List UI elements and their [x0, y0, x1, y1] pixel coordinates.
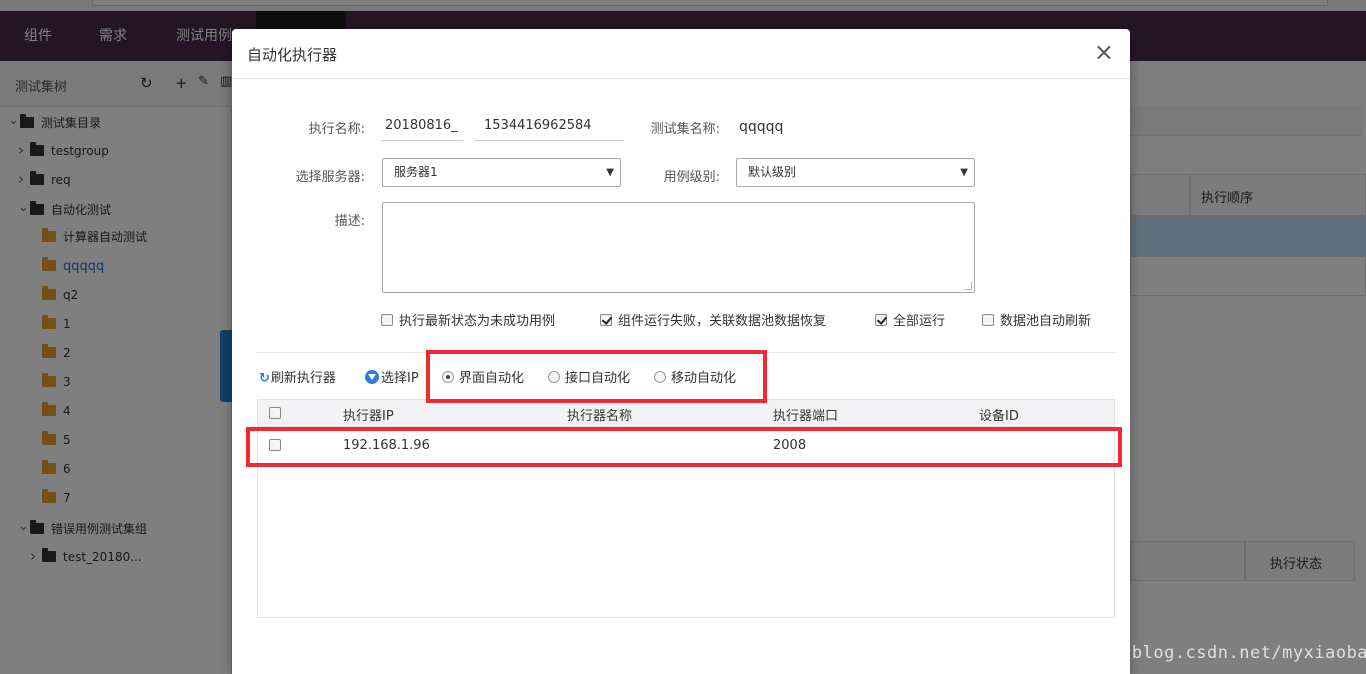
table-row[interactable]: 192.168.1.96 2008 [258, 427, 1114, 465]
checkbox[interactable] [600, 314, 612, 326]
executor-table: 执行器IP 执行器名称 执行器端口 设备ID 192.168.1.96 2008 [257, 399, 1115, 618]
option-label: 全部运行 [893, 314, 946, 329]
radio-label: 接口自动化 [565, 371, 631, 386]
suite-name-label: 测试集名称: [650, 122, 720, 137]
suite-name-value: qqqqq [739, 119, 784, 135]
cell-port: 2008 [773, 438, 807, 453]
server-select-value: 服务器1 [394, 165, 438, 179]
col-executor-port: 执行器端口 [773, 409, 839, 424]
option-label: 组件运行失败，关联数据池数据恢复 [618, 314, 827, 329]
cell-ip: 192.168.1.96 [343, 438, 430, 453]
case-level-label: 用例级别: [663, 170, 720, 185]
refresh-icon: ↻ [259, 371, 270, 386]
exec-name-input[interactable] [474, 110, 624, 141]
case-level-select[interactable]: 默认级别 ▼ [736, 158, 975, 187]
select-ip-button[interactable]: 选择IP [365, 370, 419, 388]
radio-label: 移动自动化 [671, 371, 737, 386]
radio-ui-automation[interactable]: 界面自动化 [442, 370, 524, 388]
radio-mobile-automation[interactable]: 移动自动化 [654, 370, 736, 388]
watermark: https://blog.csdn.net/myxiaobai [1046, 643, 1366, 663]
checkbox[interactable] [982, 314, 994, 326]
table-header: 执行器IP 执行器名称 执行器端口 设备ID [258, 400, 1114, 427]
refresh-executor-label: 刷新执行器 [270, 371, 336, 386]
filter-icon [365, 370, 379, 384]
modal-title: 自动化执行器 [247, 46, 338, 64]
case-level-select-value: 默认级别 [748, 165, 797, 179]
col-executor-ip: 执行器IP [343, 409, 394, 424]
option-run-all[interactable]: 全部运行 [875, 313, 945, 331]
select-ip-label: 选择IP [381, 371, 419, 386]
radio-api-automation[interactable]: 接口自动化 [548, 370, 630, 388]
radio-button[interactable] [442, 371, 454, 383]
automation-executor-dialog: 自动化执行器 × 执行名称: 测试集名称: qqqqq 选择服务器: 服务器1 … [232, 29, 1130, 674]
caret-down-icon: ▼ [960, 167, 968, 178]
checkbox[interactable] [875, 314, 887, 326]
checkbox[interactable] [381, 314, 393, 326]
radio-button[interactable] [548, 371, 560, 383]
modal-header: 自动化执行器 × [232, 29, 1130, 79]
refresh-executor-button[interactable]: ↻刷新执行器 [259, 370, 336, 388]
exec-name-prefix-input[interactable] [381, 110, 463, 141]
option-label: 执行最新状态为未成功用例 [399, 314, 556, 329]
col-executor-name: 执行器名称 [567, 409, 633, 424]
select-all-checkbox[interactable] [269, 407, 281, 419]
close-icon[interactable]: × [1094, 39, 1114, 65]
row-checkbox[interactable] [269, 439, 281, 451]
exec-name-label: 执行名称: [308, 122, 365, 137]
desc-label: 描述: [334, 214, 365, 229]
option-datapool-refresh[interactable]: 数据池自动刷新 [982, 313, 1091, 331]
option-restore-datapool[interactable]: 组件运行失败，关联数据池数据恢复 [600, 313, 826, 331]
option-label: 数据池自动刷新 [1000, 314, 1092, 329]
caret-down-icon: ▼ [606, 167, 614, 178]
option-run-latest-failed[interactable]: 执行最新状态为未成功用例 [381, 313, 555, 331]
server-select[interactable]: 服务器1 ▼ [382, 158, 621, 187]
desc-textarea[interactable] [382, 202, 975, 293]
server-label: 选择服务器: [295, 170, 365, 185]
col-device-id: 设备ID [979, 409, 1019, 424]
radio-label: 界面自动化 [459, 371, 525, 386]
divider [257, 352, 1115, 353]
radio-button[interactable] [654, 371, 666, 383]
